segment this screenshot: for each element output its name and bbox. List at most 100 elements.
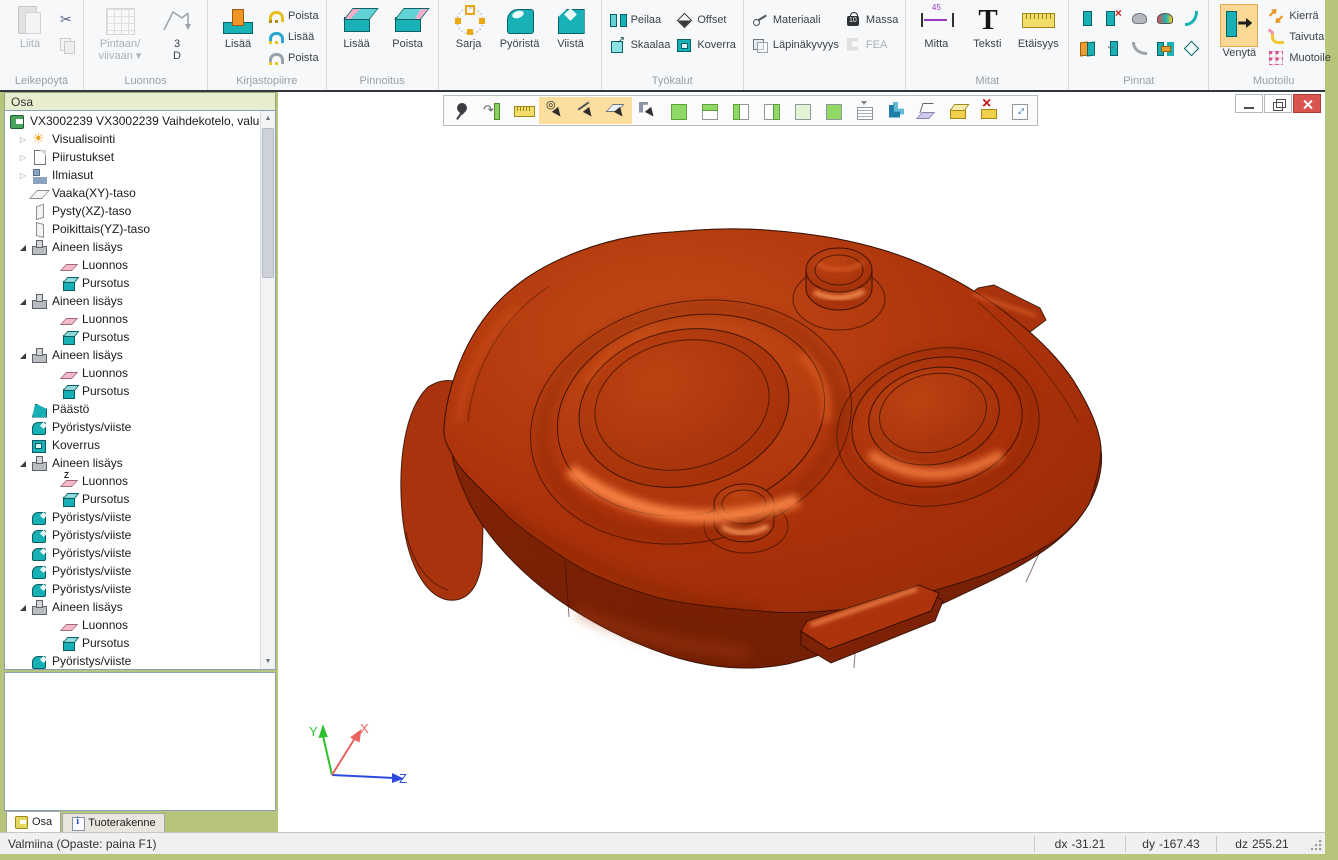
twist-button[interactable]: Kierrä [1265, 5, 1333, 26]
tree-item[interactable]: Pursotus [5, 274, 260, 292]
view-iso-button[interactable] [787, 97, 818, 124]
expand-icon[interactable] [15, 153, 31, 162]
scroll-thumb[interactable] [262, 128, 274, 278]
library-add-small-button[interactable]: Lisää [264, 26, 321, 47]
tree-item[interactable]: Luonnos [5, 310, 260, 328]
3d-viewport[interactable]: Y X Z [278, 92, 1325, 832]
surface-8-button[interactable] [1130, 39, 1148, 62]
tree-item[interactable]: Vaaka(XY)-taso [5, 184, 260, 202]
view-top-button[interactable] [694, 97, 725, 124]
tree-scrollbar[interactable]: ▲ ▼ [260, 111, 275, 669]
snap-edge-button[interactable] [632, 97, 663, 124]
tab-osa[interactable]: Osa [6, 811, 61, 832]
surface-1-button[interactable] [1078, 9, 1096, 32]
surface-4-button[interactable] [1156, 9, 1174, 32]
fit-view-button[interactable] [1004, 97, 1035, 124]
tree-item[interactable]: Ilmiasut [5, 166, 260, 184]
surface-9-button[interactable] [1156, 39, 1174, 62]
tree-item[interactable]: Aineen lisäys [5, 346, 260, 364]
material-button[interactable]: Materiaali [749, 9, 841, 30]
fillet-button[interactable]: Pyöristä [495, 3, 545, 50]
snap-center-button[interactable] [539, 97, 570, 124]
mirror-button[interactable]: Peilaa [607, 9, 673, 30]
hollow-button[interactable]: Koverra [673, 34, 738, 55]
resize-grip[interactable] [1307, 836, 1323, 852]
collapse-icon[interactable] [15, 459, 31, 468]
tree-item[interactable]: Pyöristys/viiste [5, 418, 260, 436]
collapse-icon[interactable] [15, 351, 31, 360]
model-3d[interactable] [278, 92, 1325, 832]
view-left-button[interactable] [725, 97, 756, 124]
minimize-button[interactable] [1235, 94, 1263, 113]
solid-delete-button[interactable] [973, 97, 1004, 124]
fea-button[interactable]: FEA [842, 34, 900, 55]
scroll-down-arrow[interactable]: ▼ [261, 654, 275, 669]
library-remove-small-button[interactable]: Poista [264, 47, 321, 68]
cut-button[interactable] [56, 9, 78, 30]
tree-item[interactable]: Poikittais(YZ)-taso [5, 220, 260, 238]
library-add-button[interactable]: Lisää [213, 3, 263, 50]
drag-view-button[interactable] [477, 97, 508, 124]
surface-5-button[interactable] [1182, 9, 1200, 32]
tree-item[interactable]: Aineen lisäys [5, 454, 260, 472]
paste-button[interactable]: Liitä [5, 3, 55, 50]
tree-item[interactable]: Päästö [5, 400, 260, 418]
tree-item[interactable]: Aineen lisäys [5, 238, 260, 256]
stretch-button[interactable]: Venytä [1214, 3, 1264, 59]
tree-item[interactable]: Aineen lisäys [5, 598, 260, 616]
tree-item[interactable]: Pursotus [5, 382, 260, 400]
collapse-icon[interactable] [15, 243, 31, 252]
view-right-button[interactable] [756, 97, 787, 124]
scale-button[interactable]: Skaalaa [607, 34, 673, 55]
tree-item[interactable]: Luonnos [5, 616, 260, 634]
view-list-button[interactable] [849, 97, 880, 124]
coat-add-button[interactable]: Lisää [332, 3, 382, 50]
surface-3-button[interactable] [1130, 9, 1148, 32]
scroll-track[interactable] [261, 126, 275, 654]
tree-item[interactable]: VX3002239 VX3002239 Vaihdekotelo, valu [5, 112, 260, 130]
collapse-icon[interactable] [15, 603, 31, 612]
tree-item[interactable]: Aineen lisäys [5, 292, 260, 310]
pattern-button[interactable]: Sarja [444, 3, 494, 50]
collapse-icon[interactable] [15, 297, 31, 306]
tree-item[interactable]: Visualisointi [5, 130, 260, 148]
offset-button[interactable]: Offset [673, 9, 738, 30]
snap-line-button[interactable] [570, 97, 601, 124]
sketch-3d-button[interactable]: 3 D [152, 3, 202, 62]
close-button[interactable] [1293, 94, 1321, 113]
tree-item[interactable]: Koverrus [5, 436, 260, 454]
surface-7-button[interactable] [1104, 39, 1122, 62]
dimension-button[interactable]: 45 Mitta [911, 3, 961, 50]
view-shaded-button[interactable] [663, 97, 694, 124]
select-face-button[interactable] [818, 97, 849, 124]
expand-icon[interactable] [15, 171, 31, 180]
tree-item[interactable]: Pursotus [5, 490, 260, 508]
mass-button[interactable]: 10Massa [842, 9, 900, 30]
tree-item[interactable]: Luonnos [5, 364, 260, 382]
tree-item[interactable]: Pyöristys/viiste [5, 544, 260, 562]
tree-item[interactable]: Pyöristys/viiste [5, 580, 260, 598]
tab-tuoterakenne[interactable]: Tuoterakenne [62, 813, 164, 832]
snap-plane-button[interactable] [601, 97, 632, 124]
surface-10-button[interactable] [1182, 39, 1200, 62]
tree-item[interactable]: Pyöristys/viiste [5, 652, 260, 669]
distance-button[interactable]: Etäisyys [1013, 3, 1063, 50]
surface-6-button[interactable] [1078, 39, 1096, 62]
text-button[interactable]: Teksti [962, 3, 1012, 50]
bend-button[interactable]: Taivuta [1265, 26, 1333, 47]
library-remove-button[interactable]: Poista [264, 5, 321, 26]
restore-button[interactable] [1264, 94, 1292, 113]
tree-item[interactable]: Luonnos [5, 472, 260, 490]
to-surface-line-button[interactable]: Pintaan/ viivaan ▾ [89, 3, 151, 62]
ruler-button[interactable] [508, 97, 539, 124]
copy-button[interactable] [56, 34, 78, 55]
expand-icon[interactable] [15, 135, 31, 144]
tree-item[interactable]: Luonnos [5, 256, 260, 274]
tree-item[interactable]: Pysty(XZ)-taso [5, 202, 260, 220]
sketch-plane-button[interactable] [911, 97, 942, 124]
scroll-up-arrow[interactable]: ▲ [261, 111, 275, 126]
transparency-button[interactable]: Läpinäkyvyys [749, 34, 841, 55]
tree-item[interactable]: Pyöristys/viiste [5, 508, 260, 526]
deform-button[interactable]: Muotoile [1265, 47, 1333, 68]
tree-item[interactable]: Pyöristys/viiste [5, 562, 260, 580]
